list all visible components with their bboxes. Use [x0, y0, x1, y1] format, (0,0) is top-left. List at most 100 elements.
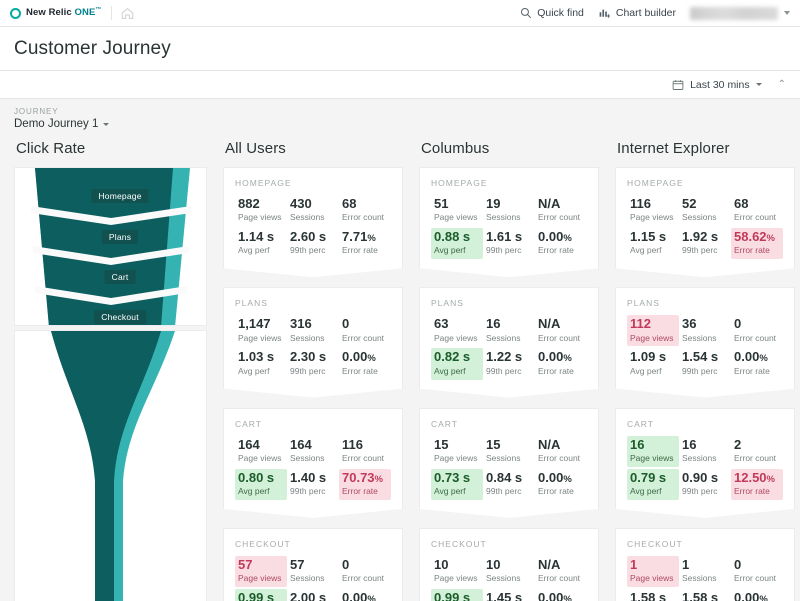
nav-divider — [110, 6, 112, 20]
funnel-panel-tail[interactable] — [14, 330, 207, 601]
metric-label: Sessions — [682, 332, 717, 343]
metric-value: 112 — [630, 316, 651, 332]
metric-label: 99th perc — [290, 245, 326, 256]
metric-value-number: 70.73 — [342, 469, 375, 485]
home-icon[interactable] — [121, 7, 134, 20]
funnel-stage-label: Checkout — [94, 310, 146, 324]
card-stage-title: CHECKOUT — [627, 538, 683, 549]
chevron-down-icon — [103, 122, 110, 126]
metric-p99: 2.60 s 99th perc — [287, 228, 339, 259]
metric-value: 1,147 — [238, 316, 271, 332]
metric-value: N/A — [538, 316, 561, 332]
metric-page-views: 1,147 Page views — [235, 315, 287, 346]
metric-label: 99th perc — [290, 365, 326, 376]
metric-label: Error rate — [538, 485, 574, 496]
metric-card[interactable]: CART 15 Page views 15 Sessions N/A Error… — [419, 408, 599, 518]
account-selector[interactable] — [690, 6, 790, 20]
journey-dropdown[interactable]: Demo Journey 1 — [14, 118, 786, 130]
metric-label: Sessions — [486, 212, 521, 223]
metric-value-number: 0.00 — [342, 349, 368, 365]
time-range-picker[interactable]: Last 30 mins — [672, 79, 762, 91]
metric-row-perf: 1.58 s Avg perf 1.58 s 99th perc 0.00% E… — [627, 589, 783, 601]
metric-value: 0.73 s — [434, 469, 471, 485]
metric-value: 1.45 s — [486, 589, 523, 601]
metric-label: 99th perc — [486, 245, 522, 256]
metric-value: 16 — [630, 436, 645, 452]
quick-find-button[interactable]: Quick find — [520, 7, 584, 19]
metric-error-rate: 12.50% Error rate — [731, 469, 783, 500]
journey-selected-value: Demo Journey 1 — [14, 118, 99, 130]
collapse-toggle-icon[interactable]: ⌃ — [778, 79, 786, 90]
metric-value: 68 — [734, 196, 749, 211]
funnel-stage-label: Plans — [101, 230, 139, 244]
metric-card[interactable]: PLANS 112 Page views 36 Sessions 0 Error… — [615, 287, 795, 397]
metric-p99: 2.00 s 99th perc — [287, 589, 339, 601]
funnel-lower-svg — [51, 331, 175, 601]
metric-page-views: 112 Page views — [627, 315, 679, 346]
metric-error-rate: 0.00% Error rate — [731, 589, 783, 601]
metric-value-number: 0.00 — [342, 589, 368, 601]
new-relic-logo[interactable]: New Relic ONE™ — [10, 7, 102, 19]
column-title: Columbus — [421, 140, 490, 157]
metric-label: Page views — [238, 212, 282, 223]
brand-one: ONE — [74, 7, 96, 19]
metric-label: Error count — [538, 332, 581, 343]
metric-value-number: 58.62 — [734, 229, 767, 245]
metric-label: Error count — [734, 452, 777, 463]
metric-value: 10 — [486, 556, 501, 572]
metric-value-number: 7.71 — [342, 229, 368, 245]
card-stage-title: PLANS — [431, 298, 464, 309]
metric-error-rate: 0.00% Error rate — [731, 348, 783, 379]
metric-card[interactable]: CART 164 Page views 164 Sessions 116 Err… — [223, 408, 403, 518]
percent-sign: % — [563, 233, 572, 245]
metric-label: Page views — [238, 452, 282, 463]
funnel-stage-label: Homepage — [91, 189, 149, 203]
metric-avg-perf: 0.99 s Avg perf — [235, 589, 287, 601]
metric-label: Avg perf — [434, 485, 466, 496]
metric-value-number: 0.00 — [538, 349, 564, 365]
metric-card[interactable]: HOMEPAGE 882 Page views 430 Sessions 68 … — [223, 167, 403, 277]
metric-label: Error count — [734, 212, 777, 223]
metric-error-count: 68 Error count — [731, 195, 783, 226]
metric-card[interactable]: HOMEPAGE 116 Page views 52 Sessions 68 E… — [615, 167, 795, 277]
top-nav-actions: Quick find Chart builder — [520, 6, 790, 20]
metric-sessions: 1 Sessions — [679, 556, 731, 587]
chart-builder-button[interactable]: Chart builder — [598, 7, 676, 19]
card-stage-title: HOMEPAGE — [235, 178, 292, 188]
search-icon — [520, 7, 532, 19]
metric-label: 99th perc — [290, 485, 326, 496]
funnel-stage-label: Cart — [104, 270, 136, 284]
metric-row-counts: 16 Page views 16 Sessions 2 Error count — [627, 436, 783, 467]
metric-label: Page views — [434, 452, 478, 463]
metric-row-counts: 112 Page views 36 Sessions 0 Error count — [627, 315, 783, 346]
metric-error-count: 0 Error count — [731, 315, 783, 346]
metric-error-rate: 0.00% Error rate — [535, 348, 587, 379]
metric-error-rate: 0.00% Error rate — [535, 469, 587, 500]
metric-avg-perf: 1.58 s Avg perf — [627, 589, 679, 601]
metric-label: Error count — [342, 573, 385, 584]
metric-value: 0.82 s — [434, 349, 471, 365]
metric-value-number: 0.00 — [538, 469, 564, 485]
metric-value: 19 — [486, 196, 501, 211]
metric-label: Sessions — [682, 212, 717, 223]
metric-row-perf: 1.03 s Avg perf 2.30 s 99th perc 0.00% E… — [235, 348, 391, 379]
metric-error-rate: 0.00% Error rate — [535, 589, 587, 601]
metric-card[interactable]: CHECKOUT 57 Page views 57 Sessions 0 Err… — [223, 528, 403, 601]
metric-label: Page views — [630, 332, 674, 343]
metrics-column-all-users: All Users HOMEPAGE 882 Page views 430 Se… — [215, 136, 411, 601]
metric-card[interactable]: CHECKOUT 1 Page views 1 Sessions 0 Error… — [615, 528, 795, 601]
metric-card[interactable]: HOMEPAGE 51 Page views 19 Sessions N/A E… — [419, 167, 599, 277]
funnel-panel-stages[interactable]: Homepage Plans Cart Checkout — [14, 167, 207, 326]
metric-row-counts: 1,147 Page views 316 Sessions 0 Error co… — [235, 315, 391, 346]
percent-sign: % — [563, 593, 572, 601]
metric-error-rate: 7.71% Error rate — [339, 228, 391, 259]
metric-card[interactable]: CART 16 Page views 16 Sessions 2 Error c… — [615, 408, 795, 518]
metric-card[interactable]: PLANS 1,147 Page views 316 Sessions 0 Er… — [223, 287, 403, 397]
metrics-column-internet-explorer: Internet Explorer HOMEPAGE 116 Page view… — [607, 136, 800, 601]
metric-sessions: 19 Sessions — [483, 195, 535, 226]
metric-value: 0.84 s — [486, 469, 523, 485]
metric-value: 15 — [434, 436, 449, 452]
metric-card[interactable]: PLANS 63 Page views 16 Sessions N/A Erro… — [419, 287, 599, 397]
metric-value: 12.50% — [734, 470, 779, 486]
metric-card[interactable]: CHECKOUT 10 Page views 10 Sessions N/A E… — [419, 528, 599, 601]
